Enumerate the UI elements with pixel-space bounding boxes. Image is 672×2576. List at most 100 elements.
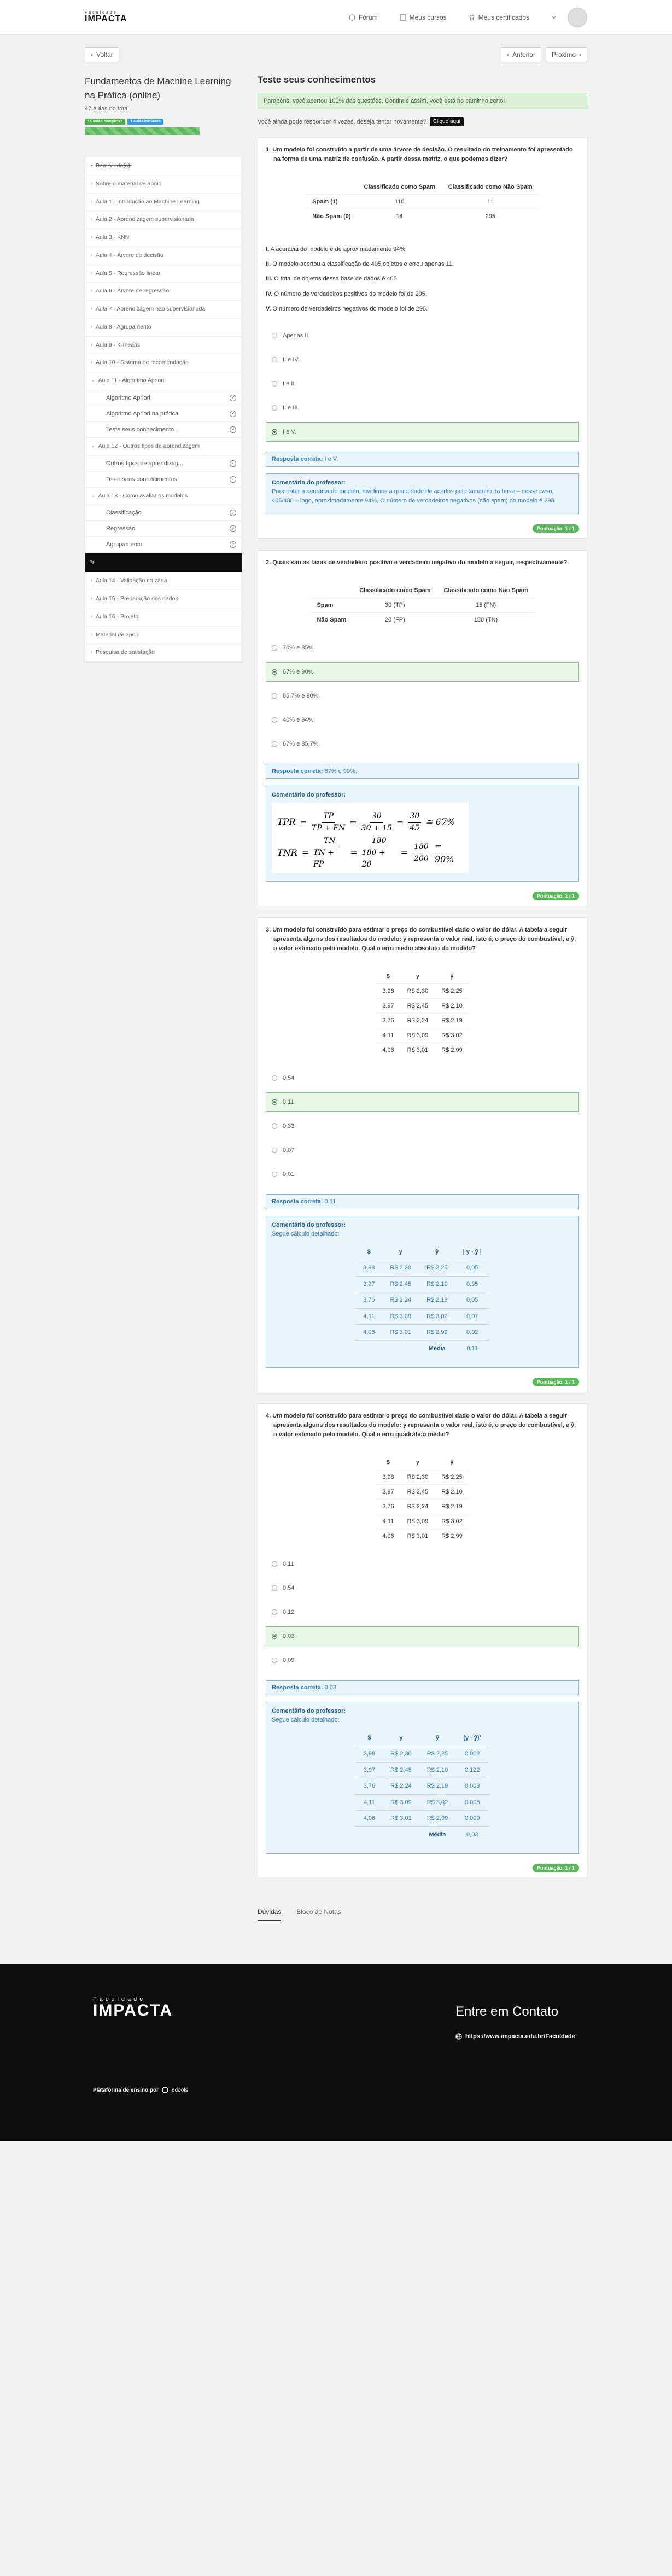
tab-questions[interactable]: Dúvidas — [258, 1908, 282, 1922]
nav-certificates[interactable]: Meus certificados — [469, 14, 529, 21]
answer-option[interactable]: Apenas II. — [266, 326, 579, 346]
sidebar-item-label: Sobre o material de apoio — [96, 180, 162, 187]
sidebar-subitem[interactable]: Agrupamento ✓ — [85, 537, 242, 553]
sidebar-subitem[interactable]: Teste seus conhecimentos ✓ — [85, 472, 242, 488]
chevron-down-icon[interactable] — [551, 15, 557, 20]
table-cell: R$ 3,09 — [382, 1308, 419, 1325]
sidebar-subitem[interactable]: Outros tipos de aprendizag... ✓ — [85, 456, 242, 472]
answer-option[interactable]: 0,07 — [266, 1140, 579, 1160]
sidebar-item[interactable]: › Aula 5 - Regressão linear — [85, 265, 242, 283]
table-cell — [355, 1340, 383, 1357]
sidebar-item[interactable]: › Bem-vindo(a)! — [85, 157, 242, 175]
sidebar-item[interactable]: › Aula 10 - Sistema de recomendação — [85, 354, 242, 372]
certificate-icon — [469, 14, 475, 21]
answer-option[interactable]: I e II. — [266, 374, 579, 394]
answer-option[interactable]: 0,11 — [266, 1554, 579, 1574]
sidebar-item[interactable]: ⌄ Aula 11 - Algoritmo Apriori — [85, 372, 242, 390]
answer-option[interactable]: 0,33 — [266, 1116, 579, 1136]
sidebar-subitem[interactable]: Algoritmo Apriori na prática ✓ — [85, 406, 242, 422]
answer-option[interactable]: 40% e 94%. — [266, 710, 579, 730]
answer-option[interactable]: 85,7% e 90%. — [266, 686, 579, 706]
answer-option[interactable]: 0,01 — [266, 1164, 579, 1184]
teacher-comment-title: Comentário do professor: — [272, 479, 346, 486]
table-cell: R$ 3,09 — [383, 1794, 419, 1811]
answer-option[interactable]: 67% e 85,7%. — [266, 734, 579, 754]
answer-option[interactable]: 0,54 — [266, 1068, 579, 1088]
question-text: 4. Um modelo foi construído para estimar… — [266, 1413, 576, 1438]
chevron-right-icon: › — [91, 288, 92, 294]
sidebar-subitem[interactable]: Regressão ✓ — [85, 521, 242, 537]
sidebar-item[interactable]: › Aula 14 - Validação cruzada — [85, 572, 242, 590]
sidebar-item[interactable]: › Pesquisa de satisfação — [85, 644, 242, 662]
sidebar-subitem[interactable]: Teste seus conhecimento... ✓ — [85, 422, 242, 438]
sidebar-item[interactable]: › Aula 9 - K-means — [85, 337, 242, 355]
table-cell: Não Spam (0) — [306, 208, 358, 224]
question-text: 1. Um modelo foi construído a partir de … — [266, 147, 573, 163]
sidebar-item[interactable]: › Aula 1 - Introdução ao Machine Learning — [85, 194, 242, 212]
table-cell: 0,07 — [455, 1308, 489, 1325]
chevron-right-icon: › — [91, 270, 92, 276]
answer-option-label: 0,54 — [283, 1074, 295, 1081]
correct-answer-value: 67% e 90%. — [324, 768, 357, 775]
retry-row: Você ainda pode responder 4 vezes, desej… — [258, 117, 587, 126]
sidebar-item[interactable]: ⌄ Aula 13 - Como avaliar os modelos — [85, 488, 242, 506]
sidebar-item-label: Aula 5 - Regressão linear — [96, 270, 161, 277]
answer-option[interactable]: 0,12 — [266, 1602, 579, 1622]
sidebar-item[interactable]: ⌄ Aula 12 - Outros tipos de aprendizagem — [85, 438, 242, 456]
retry-button[interactable]: Clique aqui — [429, 117, 464, 126]
sidebar-item[interactable]: › Material de apoio — [85, 627, 242, 645]
sidebar-item[interactable]: › Aula 3 - KNN — [85, 229, 242, 247]
previous-button[interactable]: ‹ Anterior — [500, 47, 541, 62]
answer-option[interactable]: 0,54 — [266, 1578, 579, 1598]
answer-option-label: 0,11 — [283, 1098, 294, 1105]
answer-option-selected[interactable]: I e V. — [266, 421, 579, 442]
answer-option-selected[interactable]: 67% e 90%. — [266, 661, 579, 682]
table-cell: R$ 2,24 — [400, 1498, 435, 1514]
table-row: Média 0,03 — [355, 1826, 489, 1843]
sidebar-item[interactable]: › Aula 4 - Árvore de decisão — [85, 247, 242, 265]
correct-answer-box: Resposta correta: 67% e 90%. — [266, 763, 579, 779]
logo[interactable]: Faculdade IMPACTA — [85, 11, 127, 24]
answer-option[interactable]: 70% e 85%. — [266, 638, 579, 658]
table-cell: Média — [419, 1826, 456, 1843]
back-button[interactable]: ‹ Voltar — [85, 47, 119, 62]
nav-forum[interactable]: Fórum — [349, 14, 378, 21]
question-card-3: 3. Um modelo foi construído para estimar… — [258, 917, 587, 1393]
tab-notes[interactable]: Bloco de Notas — [296, 1908, 341, 1921]
table-cell: R$ 2,25 — [435, 1469, 469, 1485]
sidebar-item[interactable]: › Aula 6 - Árvore de regressão — [85, 283, 242, 301]
sidebar-subitem[interactable]: Algoritmo Apriori ✓ — [85, 390, 242, 406]
sidebar-item[interactable]: › Aula 7 - Aprendizagem não supervisionad… — [85, 301, 242, 319]
answer-option[interactable]: II e IV. — [266, 350, 579, 370]
sidebar-item[interactable]: › Aula 2 - Aprendizagem supervisionada — [85, 211, 242, 229]
footer-logo[interactable]: Faculdade IMPACTA — [93, 1997, 173, 2019]
table-cell: 0,003 — [455, 1778, 489, 1795]
answer-option-selected[interactable]: 0,03 — [266, 1626, 579, 1646]
sidebar-item[interactable]: › Aula 15 - Preparação dos dados — [85, 590, 242, 608]
sidebar-item[interactable]: › Aula 8 - Agrupamento — [85, 319, 242, 337]
sidebar-subitem-active[interactable]: ✎ — [85, 553, 242, 573]
answer-option-selected[interactable]: 0,11 — [266, 1092, 579, 1112]
table-cell: 4,11 — [376, 1027, 401, 1043]
footer-link[interactable]: https://www.impacta.edu.br/Faculdade — [455, 2033, 575, 2040]
next-button[interactable]: Próximo › — [545, 47, 587, 62]
platform-text: Plataforma de ensino por — [93, 2087, 159, 2093]
table-cell: 11 — [441, 194, 539, 209]
avatar[interactable] — [568, 7, 587, 27]
table-cell: 15 (FN) — [437, 597, 535, 613]
radio-icon — [272, 1561, 277, 1567]
sidebar-item[interactable]: › Aula 16 - Projeto — [85, 608, 242, 627]
answer-option[interactable]: II e III. — [266, 398, 579, 418]
teacher-comment: Comentário do professor: TPR = TP TP + FN =… — [266, 785, 579, 882]
fraction-num: 30 — [408, 811, 422, 823]
table-cell: 3,76 — [376, 1498, 401, 1514]
table-row: 4,06 R$ 3,01 R$ 2,99 — [376, 1042, 469, 1057]
nav-my-courses[interactable]: Meus cursos — [399, 14, 447, 21]
sidebar-subitem-label: Agrupamento — [106, 541, 143, 548]
table-row: 4,06 R$ 3,01 R$ 2,99 0,02 — [355, 1324, 489, 1341]
table-cell: 180 (TN) — [437, 612, 535, 627]
platform-brand[interactable]: edools — [172, 2087, 188, 2093]
sidebar-subitem[interactable]: Classificação ✓ — [85, 505, 242, 522]
sidebar-item[interactable]: › Sobre o material de apoio — [85, 175, 242, 194]
answer-option[interactable]: 0,09 — [266, 1650, 579, 1670]
